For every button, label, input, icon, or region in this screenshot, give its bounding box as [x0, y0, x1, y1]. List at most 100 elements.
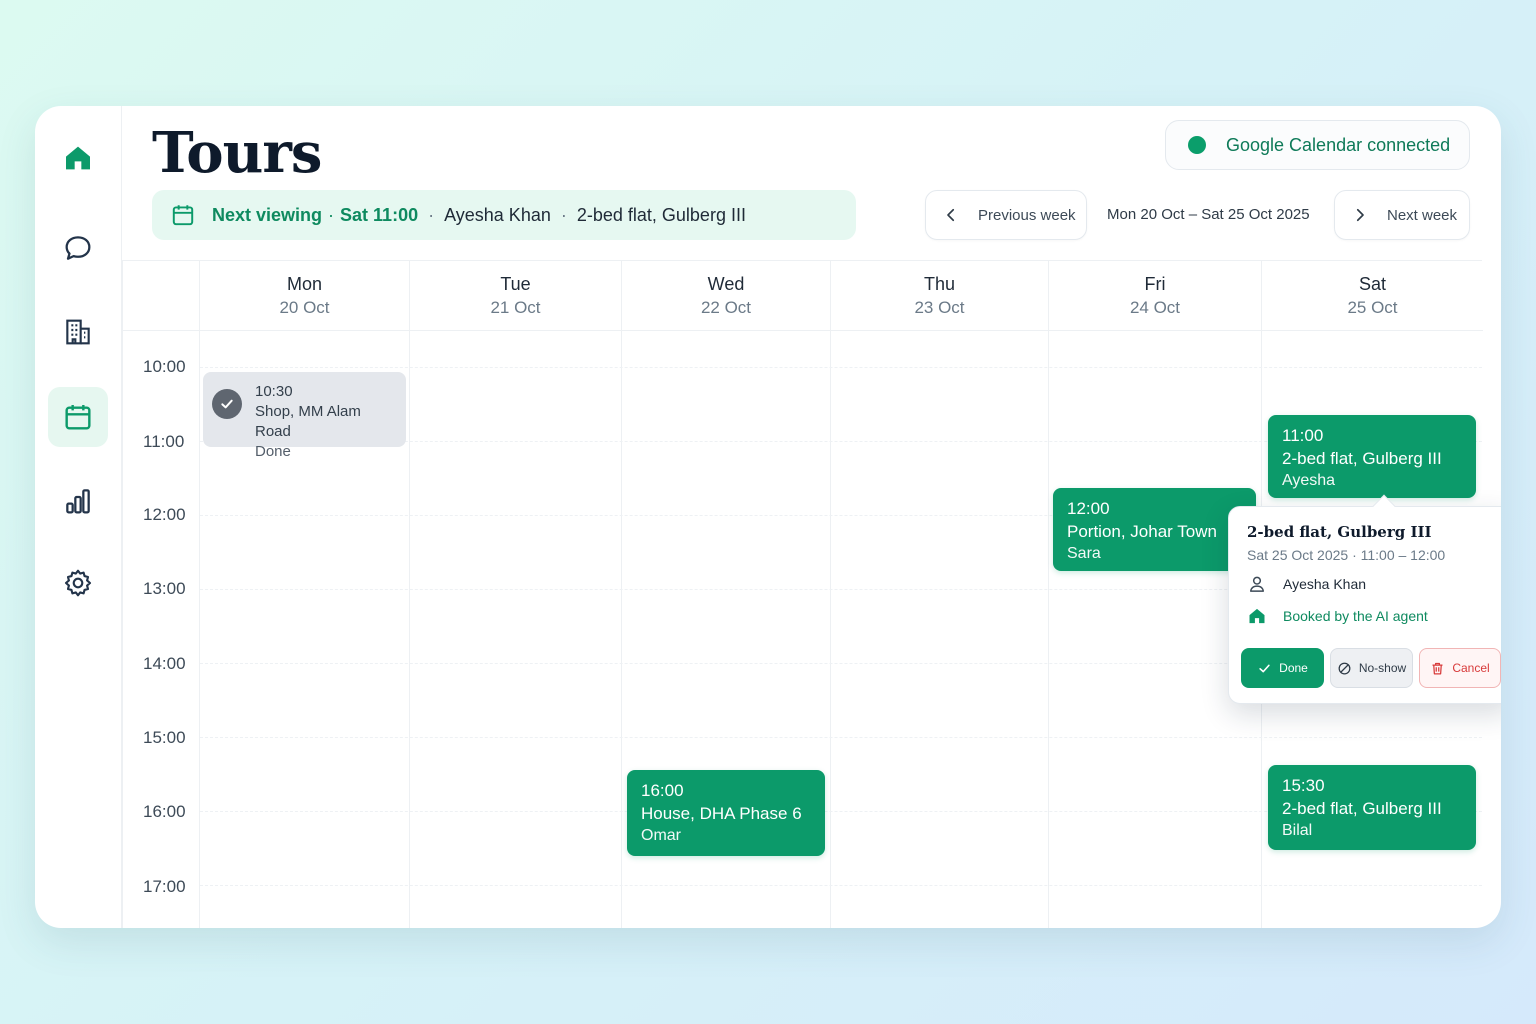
popover-person-row: Ayesha Khan — [1247, 574, 1494, 594]
day-date: 24 Oct — [1129, 298, 1181, 317]
next-viewing-label: Next viewing — [212, 204, 323, 225]
separator: · — [428, 204, 435, 225]
sidebar-item-home[interactable] — [48, 128, 108, 188]
next-viewing-property: 2-bed flat, Gulberg III — [576, 204, 746, 225]
chevron-left-icon — [947, 208, 955, 222]
status-dot-icon — [1188, 136, 1206, 154]
time-label: 11:00 — [143, 432, 185, 451]
day-header-sat: Sat 25 Oct — [1262, 261, 1483, 331]
next-viewing-banner[interactable]: Next viewing · Sat 11:00 · Ayesha Khan ·… — [152, 190, 856, 240]
cancel-label: Cancel — [1452, 661, 1490, 675]
popover-actions: Done No-show Cancel — [1241, 648, 1501, 688]
day-name: Sat — [1358, 274, 1387, 294]
event-place: House, DHA Phase 6 — [641, 804, 802, 823]
day-date: 25 Oct — [1347, 298, 1398, 317]
app-window: Tours Google Calendar connected Next vie… — [35, 106, 1501, 928]
no-show-label: No-show — [1358, 661, 1407, 675]
popover-datetime: Sat 25 Oct 2025 · 11:00 – 12:00 — [1247, 547, 1446, 563]
next-week-label: Next week — [1387, 206, 1458, 224]
event-time: 15:30 — [1282, 776, 1325, 795]
next-week-button[interactable]: Next week — [1334, 190, 1470, 240]
popover-agent-row: Booked by the AI agent — [1247, 606, 1494, 626]
check-icon — [1259, 664, 1270, 672]
mark-done-button[interactable]: Done — [1241, 648, 1324, 688]
calendar-event-selected[interactable]: 11:00 2-bed flat, Gulberg III Ayesha — [1268, 415, 1476, 498]
event-place: 2-bed flat, Gulberg III — [1282, 799, 1442, 818]
day-date: 21 Oct — [490, 298, 541, 317]
sidebar — [35, 106, 122, 928]
calendar-event[interactable]: 12:00 Portion, Johar Town Sara — [1053, 488, 1256, 571]
sidebar-item-analytics[interactable] — [48, 471, 108, 531]
page-title: Tours — [152, 120, 322, 186]
day-date: 22 Oct — [700, 298, 752, 317]
time-label: 10:00 — [143, 357, 186, 376]
day-header-fri: Fri 24 Oct — [1049, 261, 1261, 331]
chat-icon — [65, 236, 91, 260]
time-label: 14:00 — [143, 654, 186, 673]
event-time: 10:30 — [255, 383, 293, 400]
trash-icon — [1432, 662, 1443, 674]
event-time: 12:00 — [1067, 499, 1110, 518]
day-name: Tue — [500, 274, 531, 294]
event-place: Portion, Johar Town — [1067, 522, 1217, 541]
day-date: 23 Oct — [914, 298, 965, 317]
previous-week-button[interactable]: Previous week — [925, 190, 1087, 240]
previous-week-label: Previous week — [978, 206, 1076, 224]
calendar-icon — [65, 405, 91, 430]
popover-person: Ayesha Khan — [1283, 576, 1367, 592]
time-label: 15:00 — [143, 728, 186, 747]
calendar-integration-status[interactable]: Google Calendar connected — [1165, 120, 1470, 170]
day-name: Fri — [1144, 274, 1166, 294]
cancel-tour-button[interactable]: Cancel — [1419, 648, 1501, 688]
gear-icon — [64, 569, 92, 597]
time-label: 16:00 — [143, 802, 186, 821]
event-details-popover: 2-bed flat, Gulberg III Sat 25 Oct 2025 … — [1228, 494, 1501, 704]
building-icon — [66, 319, 90, 345]
event-place: 2-bed flat, Gulberg III — [1282, 449, 1442, 468]
time-label: 17:00 — [143, 877, 186, 896]
separator: · — [328, 204, 335, 225]
day-header-thu: Thu 23 Oct — [831, 261, 1048, 331]
next-viewing-time: Sat 11:00 — [340, 204, 419, 225]
event-status: Done — [255, 443, 291, 460]
user-icon — [1250, 576, 1264, 592]
home-icon — [1249, 608, 1265, 624]
event-person: Bilal — [1282, 822, 1313, 839]
day-header-tue: Tue 21 Oct — [410, 261, 621, 331]
separator: · — [560, 204, 567, 225]
day-name: Thu — [923, 274, 956, 294]
week-range: Mon 20 Oct – Sat 25 Oct 2025 — [1107, 206, 1310, 223]
sidebar-item-settings[interactable] — [48, 553, 108, 613]
day-name: Mon — [286, 274, 322, 294]
no-entry-icon — [1338, 662, 1351, 674]
calendar-event[interactable]: 15:30 2-bed flat, Gulberg III Bilal — [1268, 765, 1476, 850]
done-label: Done — [1279, 661, 1308, 675]
day-date: 20 Oct — [279, 298, 330, 317]
time-label: 13:00 — [143, 579, 186, 598]
calendar-event[interactable]: 16:00 House, DHA Phase 6 Omar — [627, 770, 825, 856]
event-time: 11:00 — [1282, 426, 1324, 445]
home-icon — [66, 146, 90, 170]
bar-chart-icon — [66, 489, 90, 514]
sidebar-item-properties[interactable] — [48, 302, 108, 362]
event-time: 16:00 — [641, 781, 684, 800]
calendar-icon — [172, 205, 194, 226]
calendar-event-done[interactable]: 10:30 Shop, MM Alam Road Done — [203, 372, 406, 460]
day-header-wed: Wed 22 Oct — [622, 261, 830, 331]
time-label: 12:00 — [143, 505, 186, 524]
sidebar-item-messages[interactable] — [48, 218, 108, 278]
chevron-right-icon — [1356, 208, 1364, 222]
event-person: Sara — [1067, 545, 1101, 562]
integration-label: Google Calendar connected — [1226, 134, 1451, 155]
day-header-mon: Mon 20 Oct — [200, 261, 409, 331]
sidebar-item-calendar[interactable] — [48, 387, 108, 447]
popover-booked-by: Booked by the AI agent — [1283, 608, 1428, 624]
day-name: Wed — [707, 274, 745, 294]
next-viewing-person: Ayesha Khan — [444, 204, 551, 225]
no-show-button[interactable]: No-show — [1330, 648, 1413, 688]
check-circle-icon — [212, 389, 242, 419]
event-person: Ayesha — [1282, 472, 1336, 489]
event-person: Omar — [641, 827, 681, 844]
event-place: Shop, MM Alam Road — [255, 403, 361, 440]
popover-title: 2-bed flat, Gulberg III — [1247, 523, 1432, 541]
